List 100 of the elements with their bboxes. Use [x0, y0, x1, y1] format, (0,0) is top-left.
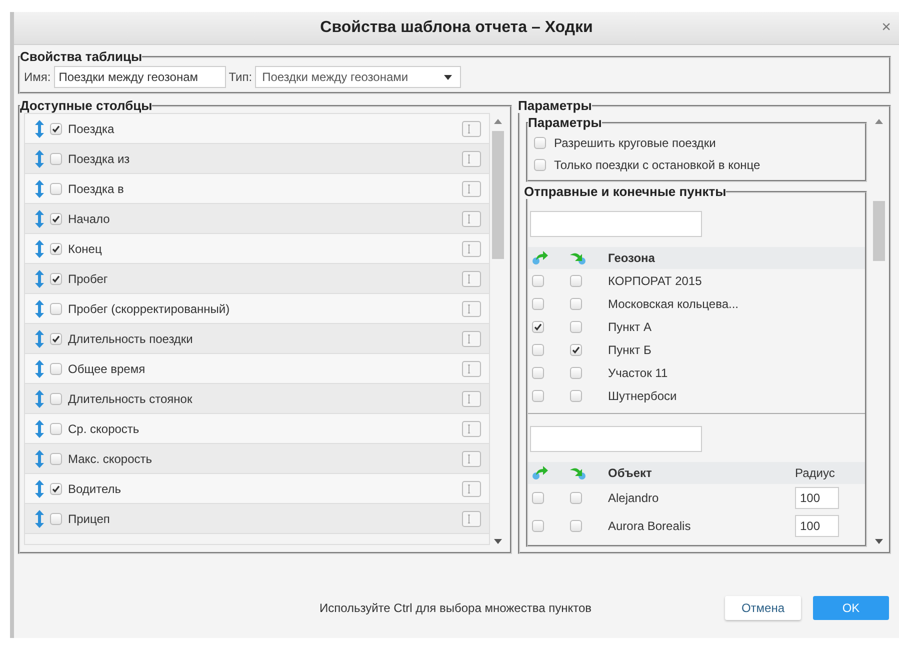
name-label: Имя:	[24, 70, 51, 84]
text-field-icon[interactable]	[462, 330, 481, 346]
checkbox[interactable]	[50, 392, 62, 404]
drag-handle-icon[interactable]	[35, 120, 44, 138]
text-field-icon[interactable]	[462, 120, 481, 136]
text-field-icon[interactable]	[462, 420, 481, 436]
checkbox[interactable]	[50, 212, 62, 224]
drag-handle-icon[interactable]	[35, 180, 44, 198]
checkbox[interactable]	[534, 159, 546, 171]
text-field-icon[interactable]	[462, 210, 481, 226]
scroll-down-icon[interactable]	[875, 539, 883, 544]
checkbox[interactable]	[570, 298, 582, 310]
geozone-name: КОРПОРАТ 2015	[608, 274, 703, 288]
checkbox[interactable]	[50, 182, 62, 194]
radius-input[interactable]: 100	[795, 487, 839, 509]
text-field-icon[interactable]	[462, 150, 481, 166]
checkbox[interactable]	[50, 362, 62, 374]
section-title: Доступные столбцы	[20, 98, 152, 113]
drag-handle-icon[interactable]	[35, 360, 44, 378]
text-field-icon[interactable]	[462, 510, 481, 526]
section-title: Свойства таблицы	[20, 49, 142, 64]
object-name: Aurora Borealis	[608, 519, 692, 533]
text-field-icon[interactable]	[462, 270, 481, 286]
text-field-icon[interactable]	[462, 450, 481, 466]
section-title: Параметры	[528, 115, 602, 130]
scroll-up-icon[interactable]	[494, 119, 502, 124]
checkbox[interactable]	[570, 320, 582, 332]
checkbox[interactable]	[50, 422, 62, 434]
type-dropdown[interactable]: Поездки между геозонами	[255, 66, 462, 88]
checkbox[interactable]	[50, 122, 62, 134]
scrollbar-thumb[interactable]	[492, 131, 504, 259]
column-row[interactable]: Поездка из	[25, 144, 489, 174]
section-title: Параметры	[518, 98, 592, 113]
checkbox[interactable]	[534, 137, 546, 149]
drag-handle-icon[interactable]	[35, 300, 44, 318]
arrival-icon	[570, 466, 586, 480]
drag-handle-icon[interactable]	[35, 270, 44, 288]
checkbox[interactable]	[532, 390, 544, 402]
drag-handle-icon[interactable]	[35, 420, 44, 438]
option-label: Разрешить круговые поездки	[554, 136, 716, 150]
type-label: Тип:	[228, 70, 252, 84]
checkbox[interactable]	[570, 492, 582, 504]
object-name: Alejandro	[608, 491, 660, 505]
checkbox[interactable]	[532, 274, 544, 286]
checkbox[interactable]	[50, 272, 62, 284]
text-field-icon[interactable]	[462, 180, 481, 196]
text-field-icon[interactable]	[462, 300, 481, 316]
object-search-field[interactable]	[530, 426, 702, 452]
geozone-name: Пункт Б	[608, 342, 652, 356]
text-field-icon[interactable]	[462, 480, 481, 496]
checkbox[interactable]	[50, 302, 62, 314]
geozone-name: Московская кольцева...	[608, 296, 740, 310]
dialog-title: Свойства шаблона отчета – Ходки	[320, 19, 593, 37]
scrollbar-thumb[interactable]	[873, 201, 885, 261]
checkbox[interactable]	[50, 242, 62, 254]
scroll-down-icon[interactable]	[494, 539, 502, 544]
geozone-name: Шутнербоси	[608, 388, 678, 402]
departure-icon	[532, 466, 548, 480]
checkbox[interactable]	[532, 366, 544, 378]
radius-input[interactable]: 100	[795, 515, 839, 537]
checkbox[interactable]	[532, 344, 544, 356]
drag-handle-icon[interactable]	[35, 150, 44, 168]
table-header: Объект Радиус	[528, 462, 865, 484]
column-row[interactable]: Начало	[25, 204, 489, 234]
drag-handle-icon[interactable]	[35, 240, 44, 258]
text-field-icon[interactable]	[462, 360, 481, 376]
text-field-icon[interactable]	[462, 390, 481, 406]
checkbox[interactable]	[570, 366, 582, 378]
checkbox[interactable]	[532, 298, 544, 310]
checkbox[interactable]	[50, 332, 62, 344]
checkbox[interactable]	[50, 512, 62, 524]
drag-handle-icon[interactable]	[35, 480, 44, 498]
checkbox[interactable]	[570, 520, 582, 532]
column-row[interactable]: Макс. скорость	[25, 444, 489, 474]
checkbox[interactable]	[532, 320, 544, 332]
column-row[interactable]: Пробег	[25, 264, 489, 294]
checkbox[interactable]	[50, 152, 62, 164]
column-row[interactable]: Длительность стоянок	[25, 384, 489, 414]
drag-handle-icon[interactable]	[35, 510, 44, 528]
hint-text: Используйте Ctrl для выбора множества пунктов	[318, 601, 593, 615]
name-input[interactable]: Поездки между геозонам	[54, 66, 226, 88]
text-field-icon[interactable]	[462, 240, 481, 256]
drag-handle-icon[interactable]	[35, 390, 44, 408]
checkbox[interactable]	[570, 344, 582, 356]
checkbox[interactable]	[50, 482, 62, 494]
close-button[interactable]: ×	[878, 20, 895, 36]
option-label: Только поездки с остановкой в конце	[554, 158, 760, 172]
cancel-button[interactable]: Отмена	[725, 596, 801, 620]
drag-handle-icon[interactable]	[35, 330, 44, 348]
scroll-up-icon[interactable]	[875, 119, 883, 124]
column-row[interactable]: Прицеп	[25, 504, 489, 534]
geozone-search-field[interactable]	[530, 211, 702, 237]
checkbox[interactable]	[532, 520, 544, 532]
column-row[interactable]: Длительность поездки	[25, 324, 489, 354]
drag-handle-icon[interactable]	[35, 210, 44, 228]
checkbox[interactable]	[570, 274, 582, 286]
drag-handle-icon[interactable]	[35, 450, 44, 468]
checkbox[interactable]	[50, 452, 62, 464]
checkbox[interactable]	[570, 390, 582, 402]
checkbox[interactable]	[532, 492, 544, 504]
